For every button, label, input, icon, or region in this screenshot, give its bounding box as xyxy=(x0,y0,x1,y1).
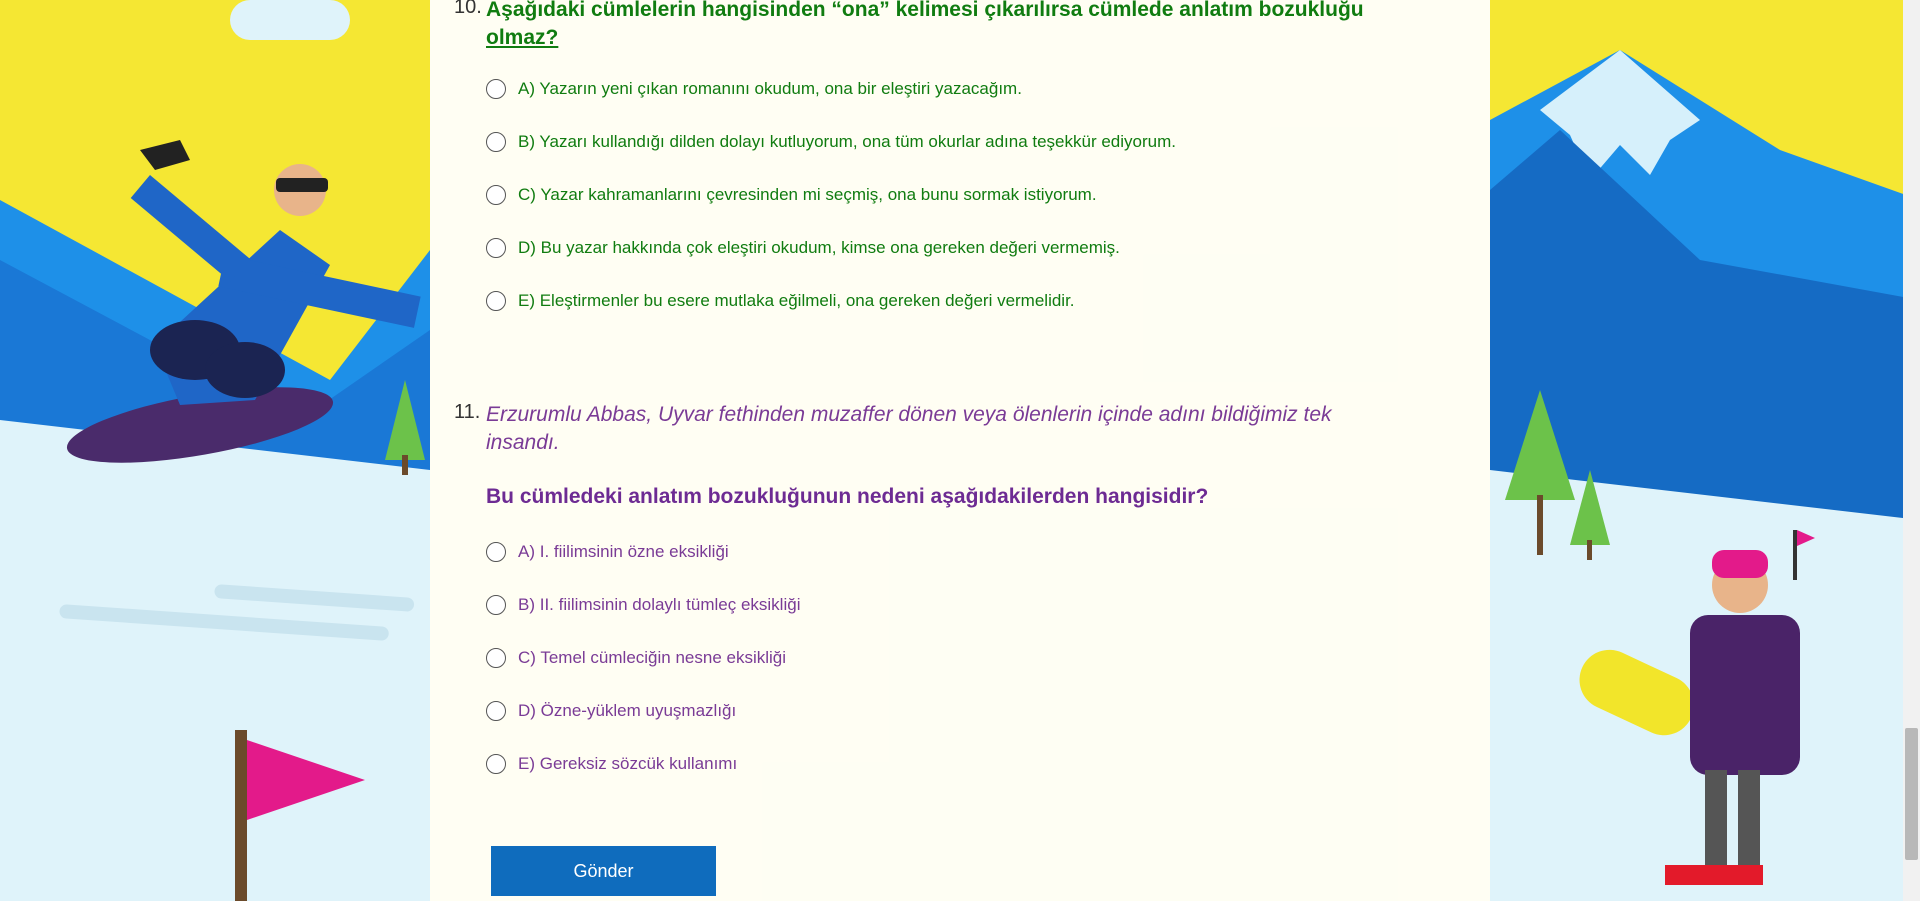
question-10: 10. Aşağıdaki cümlelerin hangisinden “on… xyxy=(454,0,1406,52)
question-number: 10. xyxy=(454,0,482,18)
option-label: D) Özne-yüklem uyuşmazlığı xyxy=(518,701,737,720)
q11-option-b[interactable]: B) II. fiilimsinin dolaylı tümleç eksikl… xyxy=(486,590,800,620)
option-label: E) Gereksiz sözcük kullanımı xyxy=(518,754,738,773)
page-scrollbar[interactable] xyxy=(1903,0,1920,901)
question-title: Aşağıdaki cümlelerin hangisinden “ona” k… xyxy=(486,0,1364,49)
radio-button[interactable] xyxy=(486,701,506,721)
q10-option-d[interactable]: D) Bu yazar hakkında çok eleştiri okudum… xyxy=(486,233,1120,263)
radio-button[interactable] xyxy=(486,542,506,562)
radio-button[interactable] xyxy=(486,648,506,668)
option-label: A) Yazarın yeni çıkan romanını okudum, o… xyxy=(518,79,1022,98)
q11-option-e[interactable]: E) Gereksiz sözcük kullanımı xyxy=(486,749,737,779)
question-11: 11. Erzurumlu Abbas, Uyvar fethinden muz… xyxy=(454,401,1406,511)
question-number: 11. xyxy=(454,401,481,423)
q10-option-a[interactable]: A) Yazarın yeni çıkan romanını okudum, o… xyxy=(486,74,1022,104)
option-label: A) I. fiilimsinin özne eksikliği xyxy=(518,542,729,561)
radio-button[interactable] xyxy=(486,185,506,205)
form-card: 10. Aşağıdaki cümlelerin hangisinden “on… xyxy=(430,0,1490,901)
radio-button[interactable] xyxy=(486,754,506,774)
option-label: B) II. fiilimsinin dolaylı tümleç eksikl… xyxy=(518,595,801,614)
radio-button[interactable] xyxy=(486,79,506,99)
option-label: D) Bu yazar hakkında çok eleştiri okudum… xyxy=(518,238,1120,257)
radio-button[interactable] xyxy=(486,132,506,152)
radio-button[interactable] xyxy=(486,595,506,615)
option-label: E) Eleştirmenler bu esere mutlaka eğilme… xyxy=(518,291,1075,310)
option-label: C) Yazar kahramanlarını çevresinden mi s… xyxy=(518,185,1097,204)
q11-option-c[interactable]: C) Temel cümleciğin nesne eksikliği xyxy=(486,643,786,673)
q11-option-d[interactable]: D) Özne-yüklem uyuşmazlığı xyxy=(486,696,736,726)
radio-button[interactable] xyxy=(486,291,506,311)
q11-option-a[interactable]: A) I. fiilimsinin özne eksikliği xyxy=(486,537,729,567)
question-title: Bu cümledeki anlatım bozukluğunun nedeni… xyxy=(486,485,1209,508)
q10-option-c[interactable]: C) Yazar kahramanlarını çevresinden mi s… xyxy=(486,180,1097,210)
scrollbar-thumb[interactable] xyxy=(1905,728,1918,860)
question-stem: Erzurumlu Abbas, Uyvar fethinden muzaffe… xyxy=(486,403,1332,454)
q10-option-b[interactable]: B) Yazarı kullandığı dilden dolayı kutlu… xyxy=(486,127,1176,157)
radio-button[interactable] xyxy=(486,238,506,258)
submit-button[interactable]: Gönder xyxy=(491,846,716,896)
option-label: B) Yazarı kullandığı dilden dolayı kutlu… xyxy=(518,132,1176,151)
q10-option-e[interactable]: E) Eleştirmenler bu esere mutlaka eğilme… xyxy=(486,286,1075,316)
option-label: C) Temel cümleciğin nesne eksikliği xyxy=(518,648,787,667)
